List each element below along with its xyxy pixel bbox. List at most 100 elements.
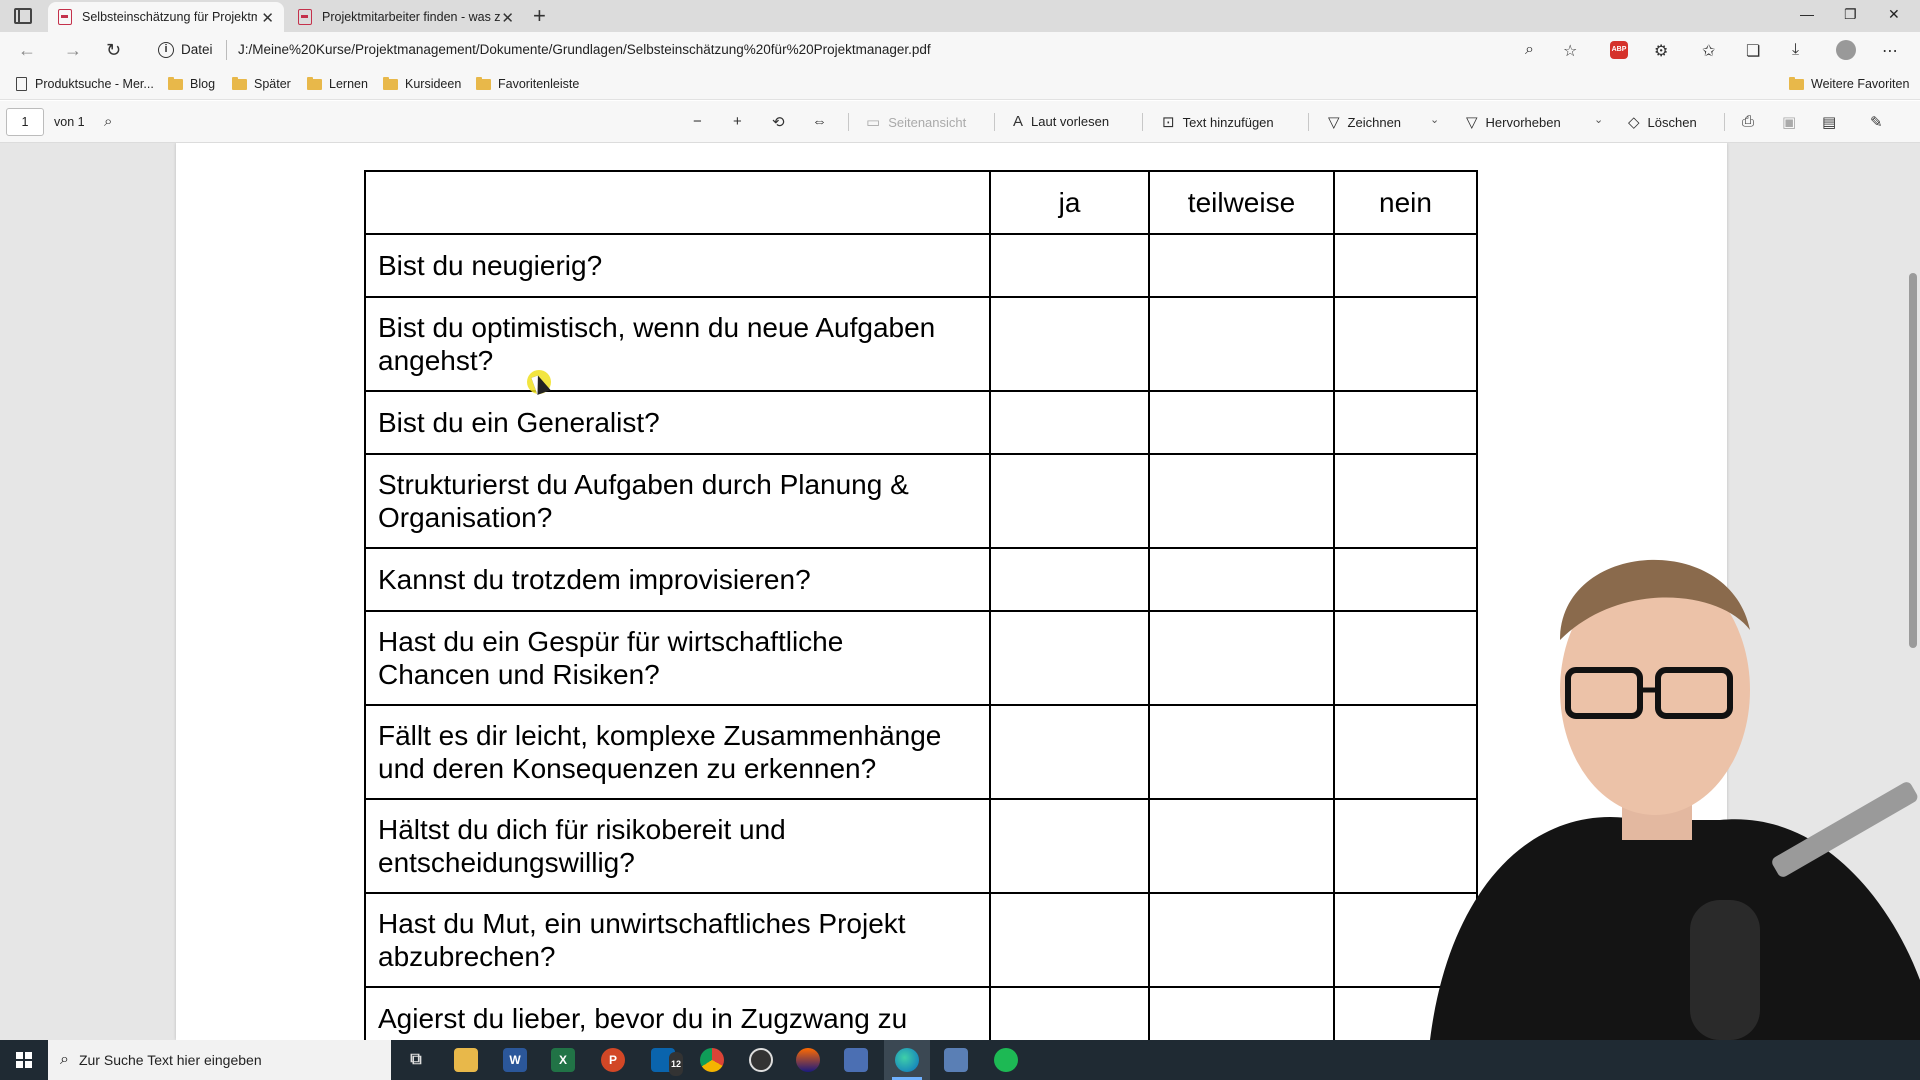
pin-icon: ✎ — [1870, 114, 1883, 131]
print-button[interactable]: ⎙ — [1742, 113, 1762, 130]
new-tab-button[interactable]: + — [533, 3, 546, 29]
powerpoint-icon[interactable]: P — [601, 1048, 625, 1072]
bookmark-label: Weitere Favoriten — [1811, 77, 1910, 91]
add-favorite-icon[interactable]: ☆ — [1563, 41, 1577, 61]
edge-icon[interactable] — [895, 1048, 919, 1072]
erase-button[interactable]: ◇ Löschen — [1628, 113, 1697, 131]
notepad-icon[interactable] — [944, 1048, 968, 1072]
url-field[interactable]: J:/Meine%20Kurse/Projektmanagement/Dokum… — [238, 42, 931, 57]
bookmark-spaeter[interactable]: Später — [232, 76, 291, 91]
close-tab-icon[interactable]: ✕ — [501, 9, 514, 27]
toolbar-separator — [994, 113, 995, 131]
answer-cell-nein[interactable] — [1333, 233, 1478, 298]
fit-page-button[interactable]: ⇔ — [812, 113, 835, 130]
minimize-button[interactable]: — — [1800, 6, 1814, 22]
word-icon[interactable]: W — [503, 1048, 527, 1072]
answer-cell-nein[interactable] — [1333, 296, 1478, 392]
chrome-icon[interactable] — [700, 1048, 724, 1072]
save-icon: ▣ — [1782, 114, 1797, 131]
answer-cell-teilweise[interactable] — [1148, 986, 1335, 1040]
answer-cell-teilweise[interactable] — [1148, 453, 1335, 549]
answer-cell-teilweise[interactable] — [1148, 704, 1335, 800]
answer-cell-teilweise[interactable] — [1148, 547, 1335, 612]
question-line: Organisation? — [378, 502, 553, 533]
tab-selbsteinschaetzung[interactable]: Selbsteinschätzung für Projektm ✕ — [48, 2, 284, 32]
answer-cell-teilweise[interactable] — [1148, 610, 1335, 706]
answer-cell-teilweise[interactable] — [1148, 390, 1335, 455]
answer-cell-ja[interactable] — [989, 453, 1150, 549]
answer-cell-teilweise[interactable] — [1148, 892, 1335, 988]
read-aloud-button[interactable]: A Laut vorlesen — [1013, 113, 1109, 130]
close-window-button[interactable]: ✕ — [1888, 6, 1900, 23]
folder-icon — [383, 76, 398, 90]
answer-cell-ja[interactable] — [989, 892, 1150, 988]
draw-chevron-down-icon[interactable]: ⌄ — [1430, 113, 1439, 126]
erase-label: Löschen — [1647, 114, 1697, 130]
save-button[interactable]: ▣ — [1782, 113, 1804, 131]
collections-icon[interactable]: ❏ — [1746, 41, 1760, 61]
rotate-icon: ⟲ — [772, 114, 785, 131]
add-text-button[interactable]: ⊡ Text hinzufügen — [1162, 113, 1274, 131]
forward-button[interactable]: → — [64, 40, 82, 61]
bookmark-weitere-favoriten[interactable]: Weitere Favoriten — [1789, 76, 1910, 91]
page-count: von 1 — [54, 115, 85, 129]
page-view-button[interactable]: ▭ Seitenansicht — [866, 113, 966, 131]
adblock-icon[interactable]: ABP — [1610, 41, 1628, 59]
column-header-ja: ja — [989, 170, 1150, 235]
bookmark-favoritenleiste[interactable]: Favoritenleiste — [476, 76, 579, 91]
close-tab-icon[interactable]: ✕ — [261, 9, 274, 27]
extensions-icon[interactable]: ⚙ — [1654, 41, 1668, 61]
answer-cell-ja[interactable] — [989, 296, 1150, 392]
restore-button[interactable]: ❐ — [1844, 6, 1857, 23]
highlight-chevron-down-icon[interactable]: ⌄ — [1594, 113, 1603, 126]
tab-actions-icon[interactable] — [14, 8, 32, 24]
draw-button[interactable]: ▽ Zeichnen — [1328, 113, 1401, 131]
search-button[interactable]: ⌕ — [104, 113, 120, 130]
tab-title: Projektmitarbeiter finden - was z — [322, 10, 501, 24]
answer-cell-teilweise[interactable] — [1148, 296, 1335, 392]
answer-cell-ja[interactable] — [989, 547, 1150, 612]
bookmark-kursideen[interactable]: Kursideen — [383, 76, 461, 91]
answer-cell-nein[interactable] — [1333, 390, 1478, 455]
answer-cell-teilweise[interactable] — [1148, 798, 1335, 894]
answer-cell-ja[interactable] — [989, 704, 1150, 800]
task-view-icon[interactable]: ⧉ — [404, 1048, 428, 1072]
answer-cell-ja[interactable] — [989, 610, 1150, 706]
mail-icon[interactable]: 12 — [651, 1048, 683, 1076]
windows-start-icon[interactable] — [16, 1052, 32, 1068]
spotify-icon[interactable] — [994, 1048, 1018, 1072]
bookmark-blog[interactable]: Blog — [168, 76, 215, 91]
page-number-input[interactable]: 1 — [6, 108, 44, 136]
zoom-icon[interactable]: ⌕ — [1525, 41, 1534, 59]
zoom-out-button[interactable]: − — [693, 113, 710, 130]
reload-button[interactable]: ↻ — [106, 40, 121, 61]
file-explorer-icon[interactable] — [454, 1048, 478, 1072]
rotate-button[interactable]: ⟲ — [772, 113, 793, 131]
back-button[interactable]: ← — [18, 40, 36, 61]
more-icon[interactable]: ⋯ — [1882, 41, 1898, 61]
app-icon[interactable] — [844, 1048, 868, 1072]
highlight-button[interactable]: ▽ Hervorheben — [1466, 113, 1561, 131]
profile-avatar[interactable] — [1836, 40, 1856, 60]
folder-icon — [168, 76, 183, 90]
info-icon[interactable]: i — [158, 42, 174, 58]
question-line: Agierst du lieber, bevor du in Zugzwang … — [378, 1003, 908, 1034]
answer-cell-teilweise[interactable] — [1148, 233, 1335, 298]
obs-icon[interactable] — [749, 1048, 773, 1072]
bookmark-lernen[interactable]: Lernen — [307, 76, 368, 91]
answer-cell-ja[interactable] — [989, 390, 1150, 455]
save-as-button[interactable]: ▤ — [1822, 113, 1844, 131]
bookmark-produktsuche[interactable]: Produktsuche - Mer... — [16, 77, 154, 91]
answer-cell-ja[interactable] — [989, 798, 1150, 894]
search-icon: ⌕ — [60, 1051, 69, 1068]
zoom-in-button[interactable]: + — [733, 113, 750, 130]
pin-toolbar-button[interactable]: ✎ — [1870, 113, 1891, 131]
firefox-icon[interactable] — [796, 1048, 820, 1072]
excel-icon[interactable]: X — [551, 1048, 575, 1072]
answer-cell-ja[interactable] — [989, 233, 1150, 298]
favorites-icon[interactable]: ✩ — [1702, 41, 1715, 61]
downloads-icon[interactable]: ⤓ — [1792, 41, 1799, 59]
tab-projektmitarbeiter[interactable]: Projektmitarbeiter finden - was z ✕ — [288, 2, 524, 32]
answer-cell-ja[interactable] — [989, 986, 1150, 1040]
taskbar-search-input[interactable]: ⌕ Zur Suche Text hier eingeben — [48, 1040, 391, 1080]
